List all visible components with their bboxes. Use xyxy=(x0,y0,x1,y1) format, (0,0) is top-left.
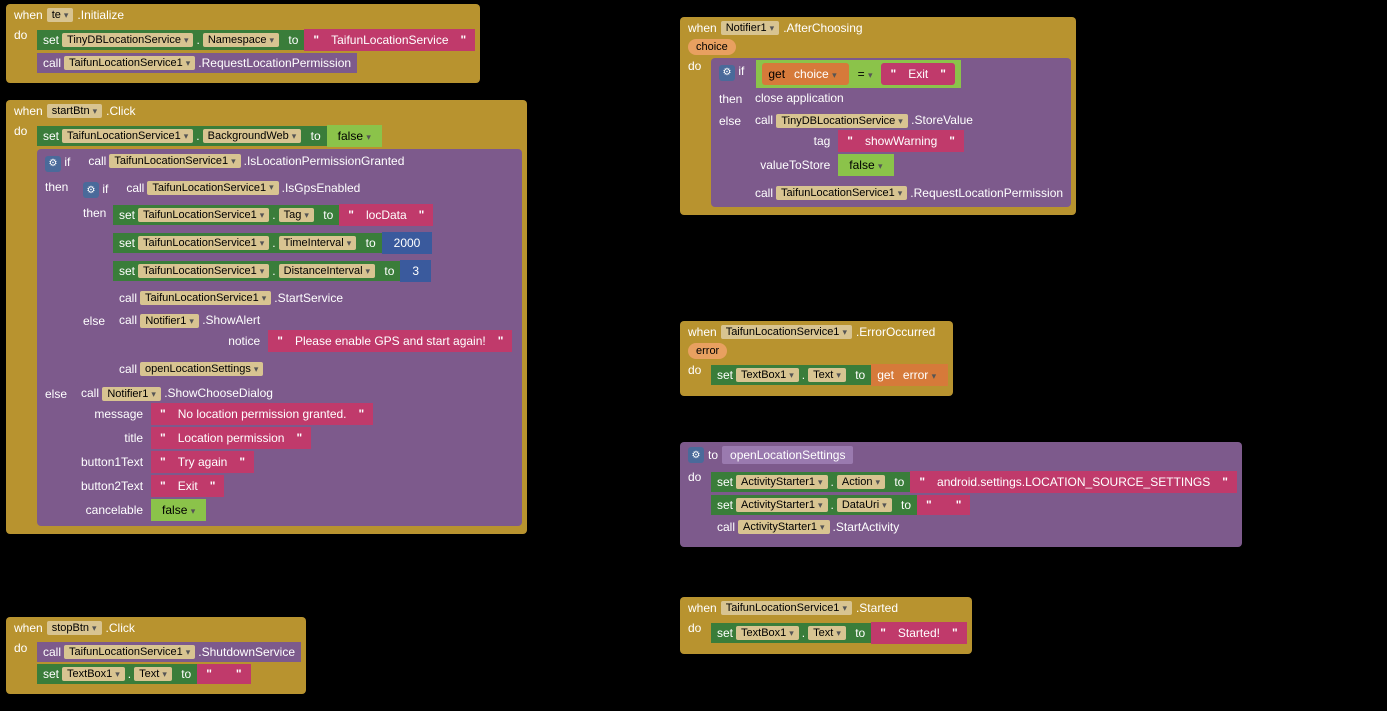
if-choice-exit[interactable]: if get choice ▾ = ▾ "Exit" then close ap… xyxy=(711,58,1071,207)
call-shutdown-row[interactable]: call TaifunLocationService1▾ .ShutdownSe… xyxy=(37,642,301,662)
set-backgroundweb-row[interactable]: set TaifunLocationService1▾. BackgroundW… xyxy=(37,125,522,147)
gear-icon[interactable] xyxy=(83,182,99,198)
set-namespace-row[interactable]: set TinyDBLocationService▾. Namespace▾ t… xyxy=(37,29,475,51)
call-request-permission[interactable]: call TaifunLocationService1▾ .RequestLoc… xyxy=(37,53,475,73)
component-dropdown[interactable]: te▾ xyxy=(47,8,74,22)
component-dropdown[interactable]: TaifunLocationService1▾ xyxy=(721,325,852,339)
component-dropdown[interactable]: Notifier1▾ xyxy=(721,21,780,35)
component-dropdown[interactable]: TaifunLocationService1▾ xyxy=(721,601,852,615)
event-te-initialize[interactable]: when te▾ .Initialize do set TinyDBLocati… xyxy=(6,4,480,83)
event-started[interactable]: when TaifunLocationService1▾ .Started do… xyxy=(680,597,972,654)
procedure-openlocationsettings[interactable]: to openLocationSettings do set ActivityS… xyxy=(680,442,1242,547)
close-application[interactable]: close application xyxy=(749,88,850,108)
event-startbtn-click[interactable]: when startBtn▾ .Click do set TaifunLocat… xyxy=(6,100,527,534)
component-dropdown[interactable]: stopBtn▾ xyxy=(47,621,102,635)
if-permission-granted[interactable]: if call TaifunLocationService1▾ .IsLocat… xyxy=(37,149,522,526)
gear-icon[interactable] xyxy=(688,447,704,463)
when-label: when xyxy=(14,8,43,22)
call-storevalue[interactable]: call TinyDBLocationService▾ .StoreValue … xyxy=(749,110,1069,179)
event-stopbtn-click[interactable]: when stopBtn▾ .Click do call TaifunLocat… xyxy=(6,617,306,694)
event-notifier-afterchoosing[interactable]: when Notifier1▾ .AfterChoosing choice do… xyxy=(680,17,1076,215)
set-textbox-error[interactable]: set TextBox1▾. Text▾ to get error ▾ xyxy=(711,364,948,386)
if-gps-enabled[interactable]: if call TaifunLocationService1▾ .IsGpsEn… xyxy=(75,176,520,384)
set-textbox-row[interactable]: set TextBox1▾. Text▾ to "" xyxy=(37,664,301,684)
event-erroroccurred[interactable]: when TaifunLocationService1▾ .ErrorOccur… xyxy=(680,321,953,396)
component-dropdown[interactable]: startBtn▾ xyxy=(47,104,102,118)
event-text: .Initialize xyxy=(77,8,124,22)
param-error[interactable]: error xyxy=(688,343,727,359)
gear-icon[interactable] xyxy=(45,156,61,172)
param-choice[interactable]: choice xyxy=(688,39,736,55)
set-textbox-started[interactable]: set TextBox1▾. Text▾ to "Started!" xyxy=(711,622,967,644)
do-label: do xyxy=(10,26,34,44)
gear-icon[interactable] xyxy=(719,65,735,81)
call-showchoosedialog[interactable]: call Notifier1▾ .ShowChooseDialog messag… xyxy=(75,383,379,524)
